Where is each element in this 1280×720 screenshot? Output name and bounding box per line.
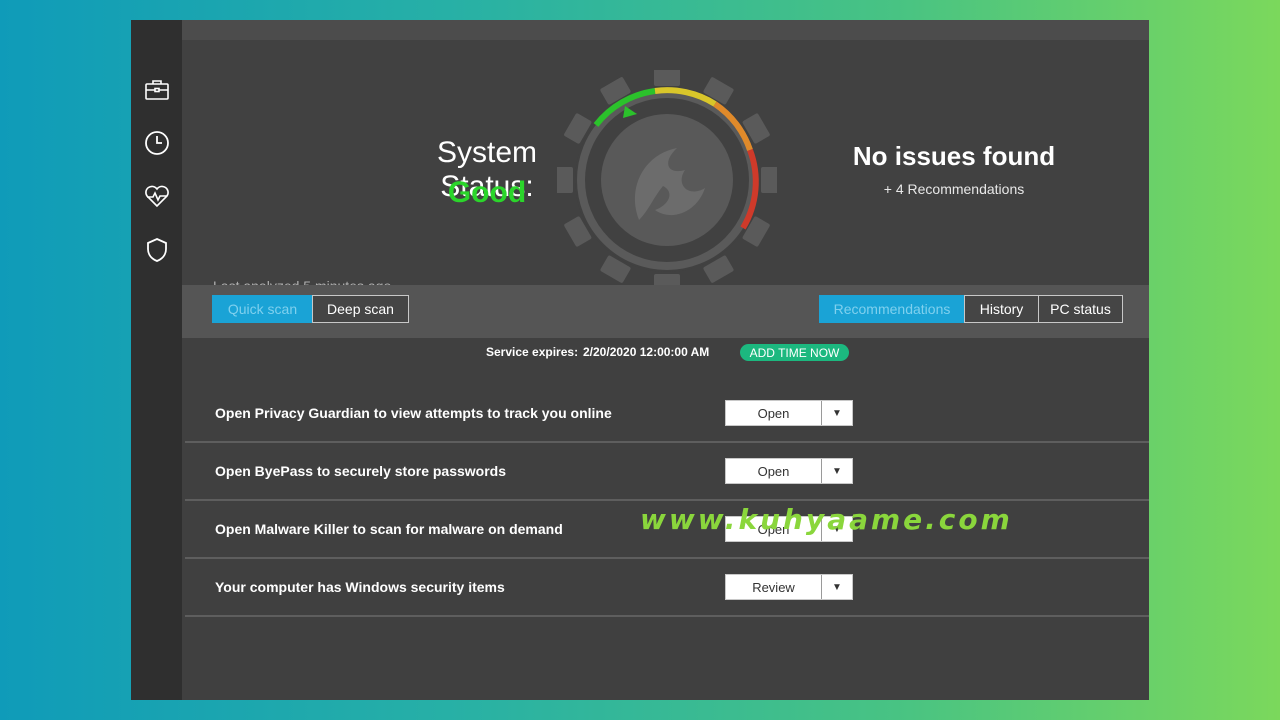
dropdown-arrow-icon[interactable]: ▼: [822, 401, 852, 425]
recommendation-text: Your computer has Windows security items: [215, 579, 505, 595]
action-label[interactable]: Open: [726, 459, 822, 483]
open-byepass-button[interactable]: Open ▼: [725, 458, 853, 484]
clock-icon[interactable]: [142, 128, 172, 158]
recommendation-text: Open Malware Killer to scan for malware …: [215, 521, 563, 537]
recommendations-count: + 4 Recommendations: [883, 181, 1025, 197]
watermark-text: www.kuhyaame.com: [640, 503, 1013, 536]
tab-recommendations[interactable]: Recommendations: [819, 295, 965, 323]
app-window: System Status: Good No issues found + 4 …: [131, 20, 1149, 700]
add-time-button[interactable]: ADD TIME NOW: [740, 344, 849, 361]
tab-deep-scan[interactable]: Deep scan: [312, 295, 409, 323]
issues-title: No issues found: [852, 141, 1056, 171]
recommendation-text: Open Privacy Guardian to view attempts t…: [215, 405, 612, 421]
review-security-items-button[interactable]: Review ▼: [725, 574, 853, 600]
heartbeat-icon[interactable]: [142, 181, 172, 211]
tabs-bar: Quick scan Deep scan Recommendations His…: [182, 285, 1149, 338]
service-bar: Service expires: 2/20/2020 12:00:00 AM A…: [182, 344, 1149, 365]
tab-history[interactable]: History: [964, 295, 1039, 323]
action-label[interactable]: Review: [726, 575, 822, 599]
recommendations-list: Open Privacy Guardian to view attempts t…: [185, 385, 1149, 617]
dropdown-arrow-icon[interactable]: ▼: [822, 459, 852, 483]
recommendation-text: Open ByePass to securely store passwords: [215, 463, 507, 479]
tab-pc-status[interactable]: PC status: [1038, 295, 1123, 323]
status-panel: System Status: Good No issues found + 4 …: [182, 40, 1149, 294]
list-item: Your computer has Windows security items…: [185, 559, 1149, 617]
briefcase-icon[interactable]: [142, 75, 172, 105]
service-expires-label: Service expires:: [486, 345, 579, 359]
service-expires-date: 2/20/2020 12:00:00 AM: [583, 345, 710, 359]
top-bar: [182, 20, 1149, 40]
sidebar: [131, 20, 182, 700]
action-label[interactable]: Open: [726, 401, 822, 425]
list-item: Open ByePass to securely store passwords…: [185, 443, 1149, 501]
open-privacy-guardian-button[interactable]: Open ▼: [725, 400, 853, 426]
status-gauge-icon: [557, 70, 777, 290]
tab-quick-scan[interactable]: Quick scan: [212, 295, 313, 323]
dropdown-arrow-icon[interactable]: ▼: [822, 575, 852, 599]
shield-icon[interactable]: [142, 235, 172, 265]
list-item: Open Privacy Guardian to view attempts t…: [185, 385, 1149, 443]
